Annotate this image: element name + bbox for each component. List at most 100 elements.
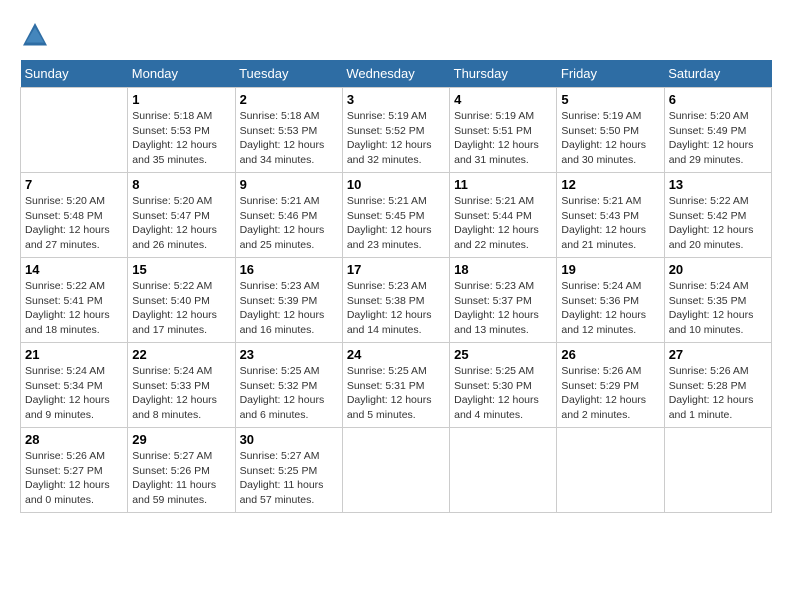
calendar-cell: 3 Sunrise: 5:19 AM Sunset: 5:52 PM Daylig…	[342, 88, 449, 173]
day-number: 26	[561, 347, 659, 362]
calendar-cell: 7 Sunrise: 5:20 AM Sunset: 5:48 PM Daylig…	[21, 173, 128, 258]
calendar-cell: 28Sunrise: 5:26 AM Sunset: 5:27 PM Dayli…	[21, 428, 128, 513]
calendar-cell: 8 Sunrise: 5:20 AM Sunset: 5:47 PM Daylig…	[128, 173, 235, 258]
calendar-cell	[21, 88, 128, 173]
day-number: 18	[454, 262, 552, 277]
day-number: 2	[240, 92, 338, 107]
week-row-3: 14 Sunrise: 5:22 AM Sunset: 5:41 PM Dayli…	[21, 258, 772, 343]
day-number: 19	[561, 262, 659, 277]
calendar-cell: 6 Sunrise: 5:20 AM Sunset: 5:49 PM Daylig…	[664, 88, 771, 173]
calendar-cell: 25 Sunrise: 5:25 AM Sunset: 5:30 PM Dayli…	[450, 343, 557, 428]
cell-text: Sunrise: 5:26 AM Sunset: 5:29 PM Dayligh…	[561, 364, 659, 423]
cell-text: Sunrise: 5:21 AM Sunset: 5:45 PM Dayligh…	[347, 194, 445, 253]
day-number: 9	[240, 177, 338, 192]
weekday-header-row: SundayMondayTuesdayWednesdayThursdayFrid…	[21, 60, 772, 88]
day-number: 27	[669, 347, 767, 362]
day-number: 6	[669, 92, 767, 107]
page-header	[20, 20, 772, 50]
calendar-cell: 2 Sunrise: 5:18 AM Sunset: 5:53 PM Daylig…	[235, 88, 342, 173]
cell-text: Sunrise: 5:19 AM Sunset: 5:50 PM Dayligh…	[561, 109, 659, 168]
day-number: 17	[347, 262, 445, 277]
calendar-cell: 19 Sunrise: 5:24 AM Sunset: 5:36 PM Dayli…	[557, 258, 664, 343]
week-row-5: 28Sunrise: 5:26 AM Sunset: 5:27 PM Dayli…	[21, 428, 772, 513]
week-row-2: 7 Sunrise: 5:20 AM Sunset: 5:48 PM Daylig…	[21, 173, 772, 258]
day-number: 20	[669, 262, 767, 277]
day-number: 5	[561, 92, 659, 107]
calendar-cell: 22 Sunrise: 5:24 AM Sunset: 5:33 PM Dayli…	[128, 343, 235, 428]
calendar-cell: 15 Sunrise: 5:22 AM Sunset: 5:40 PM Dayli…	[128, 258, 235, 343]
cell-text: Sunrise: 5:23 AM Sunset: 5:37 PM Dayligh…	[454, 279, 552, 338]
day-number: 14	[25, 262, 123, 277]
cell-text: Sunrise: 5:21 AM Sunset: 5:44 PM Dayligh…	[454, 194, 552, 253]
day-number: 25	[454, 347, 552, 362]
cell-text: Sunrise: 5:22 AM Sunset: 5:40 PM Dayligh…	[132, 279, 230, 338]
cell-text: Sunrise: 5:24 AM Sunset: 5:33 PM Dayligh…	[132, 364, 230, 423]
logo	[20, 20, 54, 50]
day-number: 3	[347, 92, 445, 107]
day-number: 22	[132, 347, 230, 362]
cell-text: Sunrise: 5:22 AM Sunset: 5:41 PM Dayligh…	[25, 279, 123, 338]
cell-text: Sunrise: 5:27 AM Sunset: 5:26 PM Dayligh…	[132, 449, 230, 508]
logo-icon	[20, 20, 50, 50]
calendar-cell: 11 Sunrise: 5:21 AM Sunset: 5:44 PM Dayli…	[450, 173, 557, 258]
calendar-cell	[664, 428, 771, 513]
weekday-header-tuesday: Tuesday	[235, 60, 342, 88]
calendar-cell: 30 Sunrise: 5:27 AM Sunset: 5:25 PM Dayli…	[235, 428, 342, 513]
calendar-cell: 12 Sunrise: 5:21 AM Sunset: 5:43 PM Dayli…	[557, 173, 664, 258]
cell-text: Sunrise: 5:20 AM Sunset: 5:47 PM Dayligh…	[132, 194, 230, 253]
calendar-cell: 27 Sunrise: 5:26 AM Sunset: 5:28 PM Dayli…	[664, 343, 771, 428]
day-number: 13	[669, 177, 767, 192]
cell-text: Sunrise: 5:20 AM Sunset: 5:49 PM Dayligh…	[669, 109, 767, 168]
cell-text: Sunrise: 5:18 AM Sunset: 5:53 PM Dayligh…	[132, 109, 230, 168]
calendar-cell: 18 Sunrise: 5:23 AM Sunset: 5:37 PM Dayli…	[450, 258, 557, 343]
calendar-cell: 23Sunrise: 5:25 AM Sunset: 5:32 PM Dayli…	[235, 343, 342, 428]
cell-text: Sunrise: 5:23 AM Sunset: 5:39 PM Dayligh…	[240, 279, 338, 338]
cell-text: Sunrise: 5:20 AM Sunset: 5:48 PM Dayligh…	[25, 194, 123, 253]
cell-text: Sunrise: 5:26 AM Sunset: 5:28 PM Dayligh…	[669, 364, 767, 423]
calendar-cell: 24Sunrise: 5:25 AM Sunset: 5:31 PM Dayli…	[342, 343, 449, 428]
day-number: 24	[347, 347, 445, 362]
day-number: 8	[132, 177, 230, 192]
cell-text: Sunrise: 5:26 AM Sunset: 5:27 PM Dayligh…	[25, 449, 123, 508]
week-row-4: 21Sunrise: 5:24 AM Sunset: 5:34 PM Dayli…	[21, 343, 772, 428]
calendar-cell: 10 Sunrise: 5:21 AM Sunset: 5:45 PM Dayli…	[342, 173, 449, 258]
calendar-cell: 20Sunrise: 5:24 AM Sunset: 5:35 PM Dayli…	[664, 258, 771, 343]
day-number: 15	[132, 262, 230, 277]
calendar-cell: 4 Sunrise: 5:19 AM Sunset: 5:51 PM Daylig…	[450, 88, 557, 173]
calendar-cell	[342, 428, 449, 513]
calendar-cell: 9Sunrise: 5:21 AM Sunset: 5:46 PM Daylig…	[235, 173, 342, 258]
day-number: 12	[561, 177, 659, 192]
calendar-cell: 13 Sunrise: 5:22 AM Sunset: 5:42 PM Dayli…	[664, 173, 771, 258]
day-number: 23	[240, 347, 338, 362]
cell-text: Sunrise: 5:19 AM Sunset: 5:52 PM Dayligh…	[347, 109, 445, 168]
weekday-header-friday: Friday	[557, 60, 664, 88]
day-number: 21	[25, 347, 123, 362]
calendar-cell: 26 Sunrise: 5:26 AM Sunset: 5:29 PM Dayli…	[557, 343, 664, 428]
weekday-header-sunday: Sunday	[21, 60, 128, 88]
weekday-header-thursday: Thursday	[450, 60, 557, 88]
weekday-header-wednesday: Wednesday	[342, 60, 449, 88]
cell-text: Sunrise: 5:22 AM Sunset: 5:42 PM Dayligh…	[669, 194, 767, 253]
cell-text: Sunrise: 5:27 AM Sunset: 5:25 PM Dayligh…	[240, 449, 338, 508]
day-number: 1	[132, 92, 230, 107]
cell-text: Sunrise: 5:19 AM Sunset: 5:51 PM Dayligh…	[454, 109, 552, 168]
cell-text: Sunrise: 5:23 AM Sunset: 5:38 PM Dayligh…	[347, 279, 445, 338]
cell-text: Sunrise: 5:24 AM Sunset: 5:36 PM Dayligh…	[561, 279, 659, 338]
calendar-cell: 5 Sunrise: 5:19 AM Sunset: 5:50 PM Daylig…	[557, 88, 664, 173]
weekday-header-saturday: Saturday	[664, 60, 771, 88]
calendar-cell: 14 Sunrise: 5:22 AM Sunset: 5:41 PM Dayli…	[21, 258, 128, 343]
day-number: 11	[454, 177, 552, 192]
calendar-cell: 1 Sunrise: 5:18 AM Sunset: 5:53 PM Daylig…	[128, 88, 235, 173]
cell-text: Sunrise: 5:18 AM Sunset: 5:53 PM Dayligh…	[240, 109, 338, 168]
day-number: 4	[454, 92, 552, 107]
calendar-cell	[557, 428, 664, 513]
week-row-1: 1 Sunrise: 5:18 AM Sunset: 5:53 PM Daylig…	[21, 88, 772, 173]
calendar-cell: 17 Sunrise: 5:23 AM Sunset: 5:38 PM Dayli…	[342, 258, 449, 343]
day-number: 30	[240, 432, 338, 447]
day-number: 29	[132, 432, 230, 447]
day-number: 7	[25, 177, 123, 192]
cell-text: Sunrise: 5:25 AM Sunset: 5:30 PM Dayligh…	[454, 364, 552, 423]
cell-text: Sunrise: 5:21 AM Sunset: 5:43 PM Dayligh…	[561, 194, 659, 253]
weekday-header-monday: Monday	[128, 60, 235, 88]
day-number: 10	[347, 177, 445, 192]
